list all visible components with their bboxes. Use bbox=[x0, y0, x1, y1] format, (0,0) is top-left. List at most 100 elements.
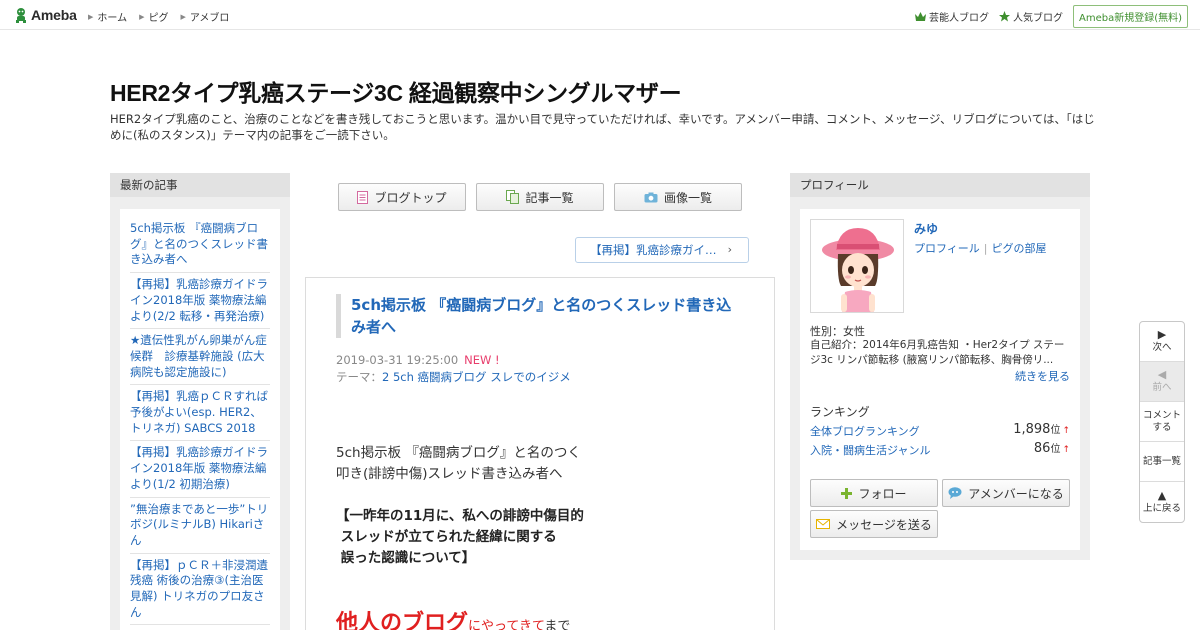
recent-entry-link[interactable]: 【再掲】乳癌診療ガイドライン2018年版 薬物療法編より(1/2 初期治療) bbox=[130, 441, 270, 498]
paragraph-line: 叩き(誹謗中傷)スレッド書き込み者へ bbox=[336, 466, 563, 482]
avatar-illustration bbox=[811, 220, 903, 312]
ranking-label-link[interactable]: 入院・闘病生活ジャンル bbox=[810, 444, 930, 457]
play-right-icon: ▶ bbox=[1157, 328, 1167, 341]
trend-up-icon: ↑ bbox=[1062, 426, 1070, 436]
crown-icon bbox=[914, 12, 926, 21]
send-message-button[interactable]: メッセージを送る bbox=[810, 510, 938, 538]
tab-blog-top-label: ブログトップ bbox=[374, 190, 447, 205]
follow-button[interactable]: フォロー bbox=[810, 479, 938, 507]
camera-icon bbox=[644, 192, 658, 202]
star-icon bbox=[998, 11, 1010, 22]
emphasis-small: にやってきて bbox=[468, 619, 545, 630]
document-icon bbox=[357, 190, 369, 204]
emphasis-large: 他人のブログ bbox=[336, 611, 469, 630]
comment-label: コメント bbox=[1142, 409, 1181, 421]
avatar[interactable] bbox=[810, 219, 904, 313]
comment-label-2: する bbox=[1152, 421, 1172, 433]
celebrity-blog-link[interactable]: 芸能人ブログ bbox=[914, 9, 989, 24]
popular-blog-link[interactable]: 人気ブログ bbox=[998, 9, 1063, 24]
blog-title[interactable]: HER2タイプ乳癌ステージ3C 経過観察中シングルマザー bbox=[110, 74, 682, 108]
profile-box: みゆ プロフィール | ピグの部屋 性別：女性 自己紹介：2014年6月乳癌告知 ・… bbox=[800, 209, 1080, 550]
recent-entry-link[interactable]: ★遺伝性乳がん卵巣がん症候群 診療基幹施設 (広大病院も認定施設に) bbox=[130, 329, 270, 386]
profile-gender: 性別：女性 bbox=[810, 325, 865, 338]
trend-up-icon: ↑ bbox=[1062, 445, 1070, 455]
ranking-value: 1,898位 ↑ bbox=[1013, 421, 1070, 437]
nav-ameblo-label: アメブロ bbox=[189, 13, 230, 24]
article-emphasis-line: 他人のブログにやってきてまで bbox=[336, 605, 570, 630]
profile-intro: 自己紹介：2014年6月乳癌告知 ・Her2タイプ ステージ3c リンパ節転移 … bbox=[810, 339, 1065, 366]
entry-list-button[interactable]: 記事一覧 bbox=[1140, 442, 1184, 482]
floating-nav: ▶ 次へ ◀ 前へ コメント する 記事一覧 ▲ 上に戻る bbox=[1139, 321, 1185, 523]
read-more-link[interactable]: 続きを見る bbox=[1015, 368, 1070, 384]
tab-image-list-label: 画像一覧 bbox=[663, 190, 712, 205]
new-badge: NEW ! bbox=[464, 353, 500, 367]
rank-number: 86 bbox=[1033, 441, 1051, 456]
popular-blog-label: 人気ブログ bbox=[1012, 13, 1063, 24]
prev-entry-link[interactable]: 【再掲】乳癌診療ガイ… › bbox=[575, 237, 749, 263]
comment-button[interactable]: コメント する bbox=[1140, 402, 1184, 442]
article-theme: テーマ：2 5ch 癌闘病ブログ スレでのイジメ bbox=[336, 369, 571, 385]
amember-label: アメンバーになる bbox=[968, 486, 1064, 501]
profile-name[interactable]: みゆ bbox=[914, 220, 938, 237]
entry-list-label: 記事一覧 bbox=[1142, 455, 1181, 467]
global-header: Ameba ▶ ホーム ▶ ピグ ▶ アメブロ 芸能人ブログ 人気ブログ Ameba新… bbox=[0, 0, 1200, 30]
theme-label: テーマ： bbox=[336, 370, 382, 384]
prev-entry-label: 【再掲】乳癌診療ガイ… bbox=[590, 243, 717, 257]
theme-link[interactable]: 2 5ch 癌闘病ブログ スレでのイジメ bbox=[382, 370, 571, 384]
paragraph-line: 誤った認識について】 bbox=[336, 550, 476, 566]
nav-home[interactable]: ▶ ホーム bbox=[88, 9, 127, 25]
nav-ameblo[interactable]: ▶ アメブロ bbox=[180, 9, 230, 25]
ranking-row: 入院・闘病生活ジャンル 86位 ↑ bbox=[810, 440, 1070, 458]
profile-panel: プロフィール みゆ プロフィール | ピグの部屋 性別：女性 自己紹介：2014… bbox=[790, 173, 1090, 560]
follow-label: フォロー bbox=[858, 486, 907, 501]
article-paragraph: 5ch掲示板 『癌闘病ブログ』と名のつく 叩き(誹謗中傷)スレッド書き込み者へ bbox=[336, 443, 746, 485]
emphasis-tail: まで bbox=[544, 619, 571, 630]
article-date: 2019-03-31 19:25:00 bbox=[336, 353, 459, 367]
profile-header: プロフィール bbox=[790, 173, 1090, 197]
ranking-title: ランキング bbox=[810, 405, 870, 419]
recent-entry-link[interactable]: 【再掲】乳癌ｐＣＲすれば予後がよい(esp. HER2、トリネガ) SABCS … bbox=[130, 385, 270, 442]
caret-right-icon: ▶ bbox=[139, 12, 145, 21]
link-separator: | bbox=[983, 242, 988, 255]
paragraph-line: 【一昨年の11月に、私への誹謗中傷目的 bbox=[336, 508, 584, 524]
ranking-value: 86位 ↑ bbox=[1034, 440, 1070, 456]
signup-button[interactable]: Ameba新規登録(無料) bbox=[1072, 5, 1188, 28]
recent-entries-list: 5ch掲示板 『癌闘病ブログ』と名のつくスレッド書き込み者へ 【再掲】乳癌診療ガ… bbox=[120, 209, 280, 630]
nav-pigg[interactable]: ▶ ピグ bbox=[139, 9, 168, 25]
global-nav: ▶ ホーム ▶ ピグ ▶ アメブロ bbox=[88, 9, 241, 25]
profile-links: プロフィール | ピグの部屋 bbox=[914, 240, 1047, 256]
recent-entry-link[interactable]: ”無治療まであと一歩”トリボジ(ルミナルB) Hikariさん bbox=[130, 498, 270, 554]
tab-image-list[interactable]: 画像一覧 bbox=[614, 183, 742, 211]
pigg-room-link[interactable]: ピグの部屋 bbox=[992, 242, 1047, 255]
caret-right-icon: ▶ bbox=[88, 12, 94, 21]
rank-unit: 位 bbox=[1050, 444, 1061, 455]
ranking-label-link[interactable]: 全体ブログランキング bbox=[810, 425, 920, 438]
paragraph-line: スレッドが立てられた経緯に関する bbox=[336, 529, 557, 545]
ameba-logo-icon bbox=[16, 8, 26, 23]
next-entry-button[interactable]: ▶ 次へ bbox=[1140, 322, 1184, 362]
rank-unit: 位 bbox=[1050, 425, 1061, 436]
header-right: 芸能人ブログ 人気ブログ Ameba新規登録(無料) bbox=[914, 5, 1188, 28]
chat-bubble-icon bbox=[948, 487, 962, 499]
article-meta: 2019-03-31 19:25:00 NEW ! bbox=[336, 353, 500, 367]
article: 5ch掲示板 『癌闘病ブログ』と名のつくスレッド書き込み者へ 2019-03-3… bbox=[305, 277, 775, 630]
article-title[interactable]: 5ch掲示板 『癌闘病ブログ』と名のつくスレッド書き込み者へ bbox=[336, 294, 746, 338]
ameba-logo[interactable]: Ameba bbox=[14, 6, 77, 24]
back-to-top-button[interactable]: ▲ 上に戻る bbox=[1140, 482, 1184, 522]
tab-blog-top[interactable]: ブログトップ bbox=[338, 183, 466, 211]
recent-entry-link[interactable]: 5ch掲示板 『癌闘病ブログ』と名のつくスレッド書き込み者へ bbox=[130, 217, 270, 274]
next-label: 次へ bbox=[1152, 342, 1172, 353]
back-to-top-label: 上に戻る bbox=[1142, 502, 1181, 514]
recent-entry-link[interactable]: 【再掲】乳癌診療ガイドライン2018年版 薬物療法編より(2/2 転移・再発治療… bbox=[130, 273, 270, 330]
tab-entry-list[interactable]: 記事一覧 bbox=[476, 183, 604, 211]
recent-entry-link[interactable]: 【再掲】ｐＣＲ＋非浸潤遺残癌 術後の治療③(主治医見解) トリネガのプロ友さん bbox=[130, 554, 270, 626]
plus-icon bbox=[841, 487, 853, 499]
amember-button[interactable]: アメンバーになる bbox=[942, 479, 1070, 507]
prev-entry-button[interactable]: ◀ 前へ bbox=[1140, 362, 1184, 402]
recent-entries-header: 最新の記事 bbox=[110, 173, 290, 197]
profile-link[interactable]: プロフィール bbox=[914, 242, 980, 255]
ranking-row: 全体ブログランキング 1,898位 ↑ bbox=[810, 421, 1070, 439]
copy-icon bbox=[506, 190, 520, 204]
caret-right-icon: ▶ bbox=[180, 12, 186, 21]
paragraph-line: 5ch掲示板 『癌闘病ブログ』と名のつく bbox=[336, 445, 581, 461]
